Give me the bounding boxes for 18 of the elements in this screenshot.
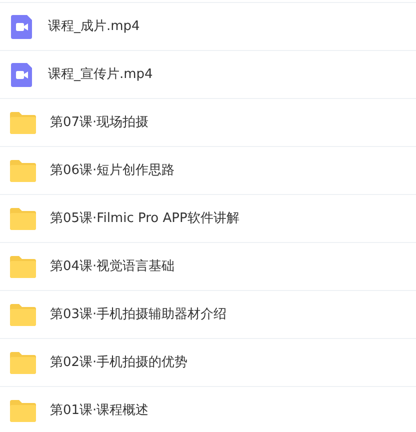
folder-icon [9, 158, 37, 182]
file-name[interactable]: 第01课·课程概述 [50, 400, 149, 420]
file-name[interactable]: 第02课·手机拍摄的优势 [50, 352, 188, 372]
file-name[interactable]: 课程_宣传片.mp4 [48, 64, 153, 84]
file-name[interactable]: 第06课·短片创作思路 [50, 160, 175, 180]
file-name[interactable]: 第07课·现场拍摄 [50, 112, 149, 132]
folder-icon [9, 350, 37, 374]
folder-icon [9, 110, 37, 134]
file-name[interactable]: 第04课·视觉语言基础 [50, 256, 175, 276]
file-name[interactable]: 第05课·Filmic Pro APP软件讲解 [50, 208, 240, 228]
folder-icon [9, 206, 37, 230]
video-file-icon [9, 62, 35, 88]
folder-icon [9, 302, 37, 326]
folder-icon [9, 398, 37, 422]
folder-icon [9, 254, 37, 278]
video-file-icon [9, 14, 35, 40]
file-name[interactable]: 课程_成片.mp4 [48, 16, 140, 36]
file-name[interactable]: 第03课·手机拍摄辅助器材介绍 [50, 304, 227, 324]
